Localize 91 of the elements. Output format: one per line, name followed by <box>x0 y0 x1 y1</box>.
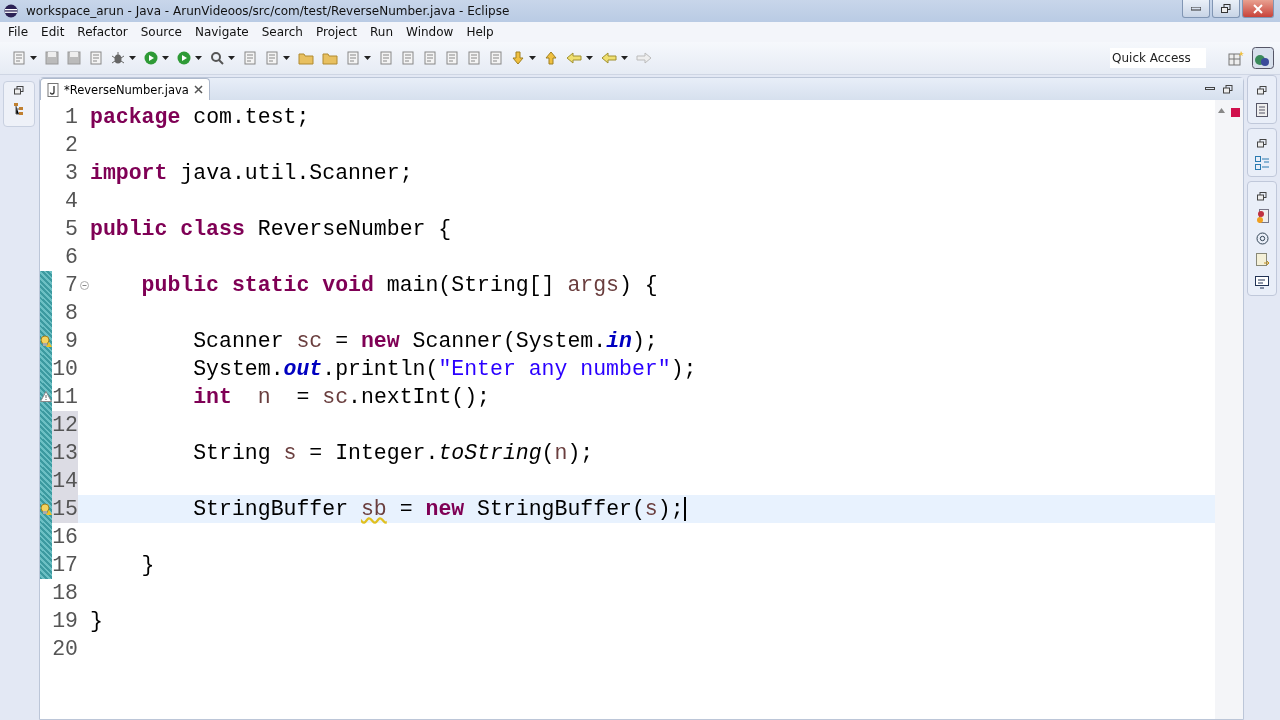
code-line: } <box>90 609 103 633</box>
line-number: 17 <box>52 552 78 579</box>
code-line: import java.util.Scanner; <box>90 161 413 185</box>
code-line: } <box>140 553 155 577</box>
close-icon <box>1253 3 1263 14</box>
run-icon[interactable] <box>144 51 158 65</box>
line-number: 18 <box>52 580 78 607</box>
minimize-icon[interactable] <box>1205 87 1215 91</box>
line-number: 2 <box>64 132 78 159</box>
declaration-icon[interactable] <box>1255 253 1269 268</box>
eclipse-logo-icon <box>4 4 18 18</box>
restore-button[interactable] <box>1212 0 1240 18</box>
code-line: int n = sc.nextInt(); <box>192 385 490 409</box>
warning-icon[interactable] <box>40 391 52 402</box>
dropdown-caret-icon[interactable] <box>621 56 628 60</box>
code-line: public static void main(String[] args) { <box>140 273 658 297</box>
code-line: public class ReverseNumber { <box>90 217 452 241</box>
close-icon[interactable] <box>193 85 203 94</box>
scroll-up-icon[interactable] <box>1218 108 1225 113</box>
search-icon[interactable] <box>210 51 224 65</box>
java-file-icon <box>47 82 59 97</box>
quick-access-field[interactable]: Quick Access <box>1110 48 1206 68</box>
dropdown-caret-icon[interactable] <box>195 56 202 60</box>
minimize-icon <box>1191 6 1201 11</box>
menu-item[interactable]: Help <box>460 25 501 39</box>
line-number: 8 <box>64 300 78 327</box>
line-number: 7 <box>64 272 78 299</box>
dropdown-caret-icon[interactable] <box>283 56 290 60</box>
menu-item[interactable]: Project <box>309 25 365 39</box>
maximize-icon[interactable] <box>1223 84 1233 94</box>
run-icon[interactable] <box>177 51 191 65</box>
folder-icon[interactable] <box>298 51 314 65</box>
folder-icon[interactable] <box>322 51 338 65</box>
line-number: 3 <box>64 160 78 187</box>
java-perspective-icon[interactable] <box>1252 47 1274 69</box>
code-line: System.out.println("Enter any number"); <box>192 357 697 381</box>
problems-icon[interactable] <box>1255 209 1269 224</box>
line-number: 16 <box>52 524 78 551</box>
dropdown-caret-icon[interactable] <box>162 56 169 60</box>
bug-icon[interactable] <box>111 51 125 65</box>
outline-icon[interactable] <box>1255 156 1269 170</box>
close-button[interactable] <box>1242 0 1274 18</box>
line-number: 4 <box>64 188 78 215</box>
menu-item[interactable]: Navigate <box>188 25 256 39</box>
dropdown-caret-icon[interactable] <box>529 56 536 60</box>
restore-view-icon[interactable] <box>1257 86 1267 95</box>
line-number: 13 <box>52 439 78 467</box>
line-number: 15 <box>52 495 78 523</box>
line-number: 11 <box>52 384 78 411</box>
task-list-icon[interactable] <box>1256 103 1268 117</box>
restore-view-icon[interactable] <box>14 86 24 95</box>
line-number: 14 <box>52 467 78 495</box>
menu-item[interactable]: File <box>2 25 36 39</box>
menu-item[interactable]: Window <box>400 25 461 39</box>
save-icon[interactable] <box>67 51 81 65</box>
menu-item[interactable]: Run <box>364 25 401 39</box>
dropdown-caret-icon[interactable] <box>364 56 371 60</box>
dropdown-caret-icon[interactable] <box>129 56 136 60</box>
dropdown-caret-icon[interactable] <box>586 56 593 60</box>
menu-item[interactable]: Source <box>134 25 189 39</box>
line-number: 10 <box>52 356 78 383</box>
console-icon[interactable] <box>1255 276 1269 289</box>
line-number: 5 <box>64 216 78 243</box>
open-perspective-icon[interactable] <box>1228 50 1244 66</box>
line-number: 12 <box>52 411 78 439</box>
error-indicator <box>1231 108 1240 117</box>
restore-view-icon[interactable] <box>1257 139 1267 148</box>
menu-item[interactable]: Refactor <box>71 25 135 39</box>
lightbulb-warning-icon[interactable] <box>40 503 52 516</box>
code-line: package com.test; <box>90 105 310 129</box>
menu-item[interactable]: Search <box>255 25 310 39</box>
code-line: String s = Integer.toString(n); <box>192 441 594 465</box>
lightbulb-warning-icon[interactable] <box>40 335 52 348</box>
restore-icon <box>1221 3 1231 14</box>
hierarchy-icon[interactable] <box>14 103 24 115</box>
line-number: 9 <box>64 328 78 355</box>
window-title: workspace_arun - Java - ArunVideoos/src/com/test/ReverseNumber.java - Eclipse <box>26 4 511 18</box>
code-line: Scanner sc = new Scanner(System.in); <box>192 329 658 353</box>
menu-item[interactable]: Edit <box>35 25 72 39</box>
code-line: StringBuffer sb = new StringBuffer(s); <box>192 496 686 522</box>
up-arrow-icon[interactable] <box>544 51 558 65</box>
dropdown-caret-icon[interactable] <box>30 56 37 60</box>
line-number: 20 <box>52 636 78 663</box>
restore-view-icon[interactable] <box>1257 192 1267 201</box>
save-icon[interactable] <box>45 51 59 65</box>
line-number: 6 <box>64 244 78 271</box>
line-number: 1 <box>64 104 78 131</box>
line-number: 19 <box>52 608 78 635</box>
editor-tab[interactable]: *ReverseNumber.java <box>40 78 210 100</box>
collapse-icon[interactable] <box>79 280 89 290</box>
dropdown-caret-icon[interactable] <box>228 56 235 60</box>
